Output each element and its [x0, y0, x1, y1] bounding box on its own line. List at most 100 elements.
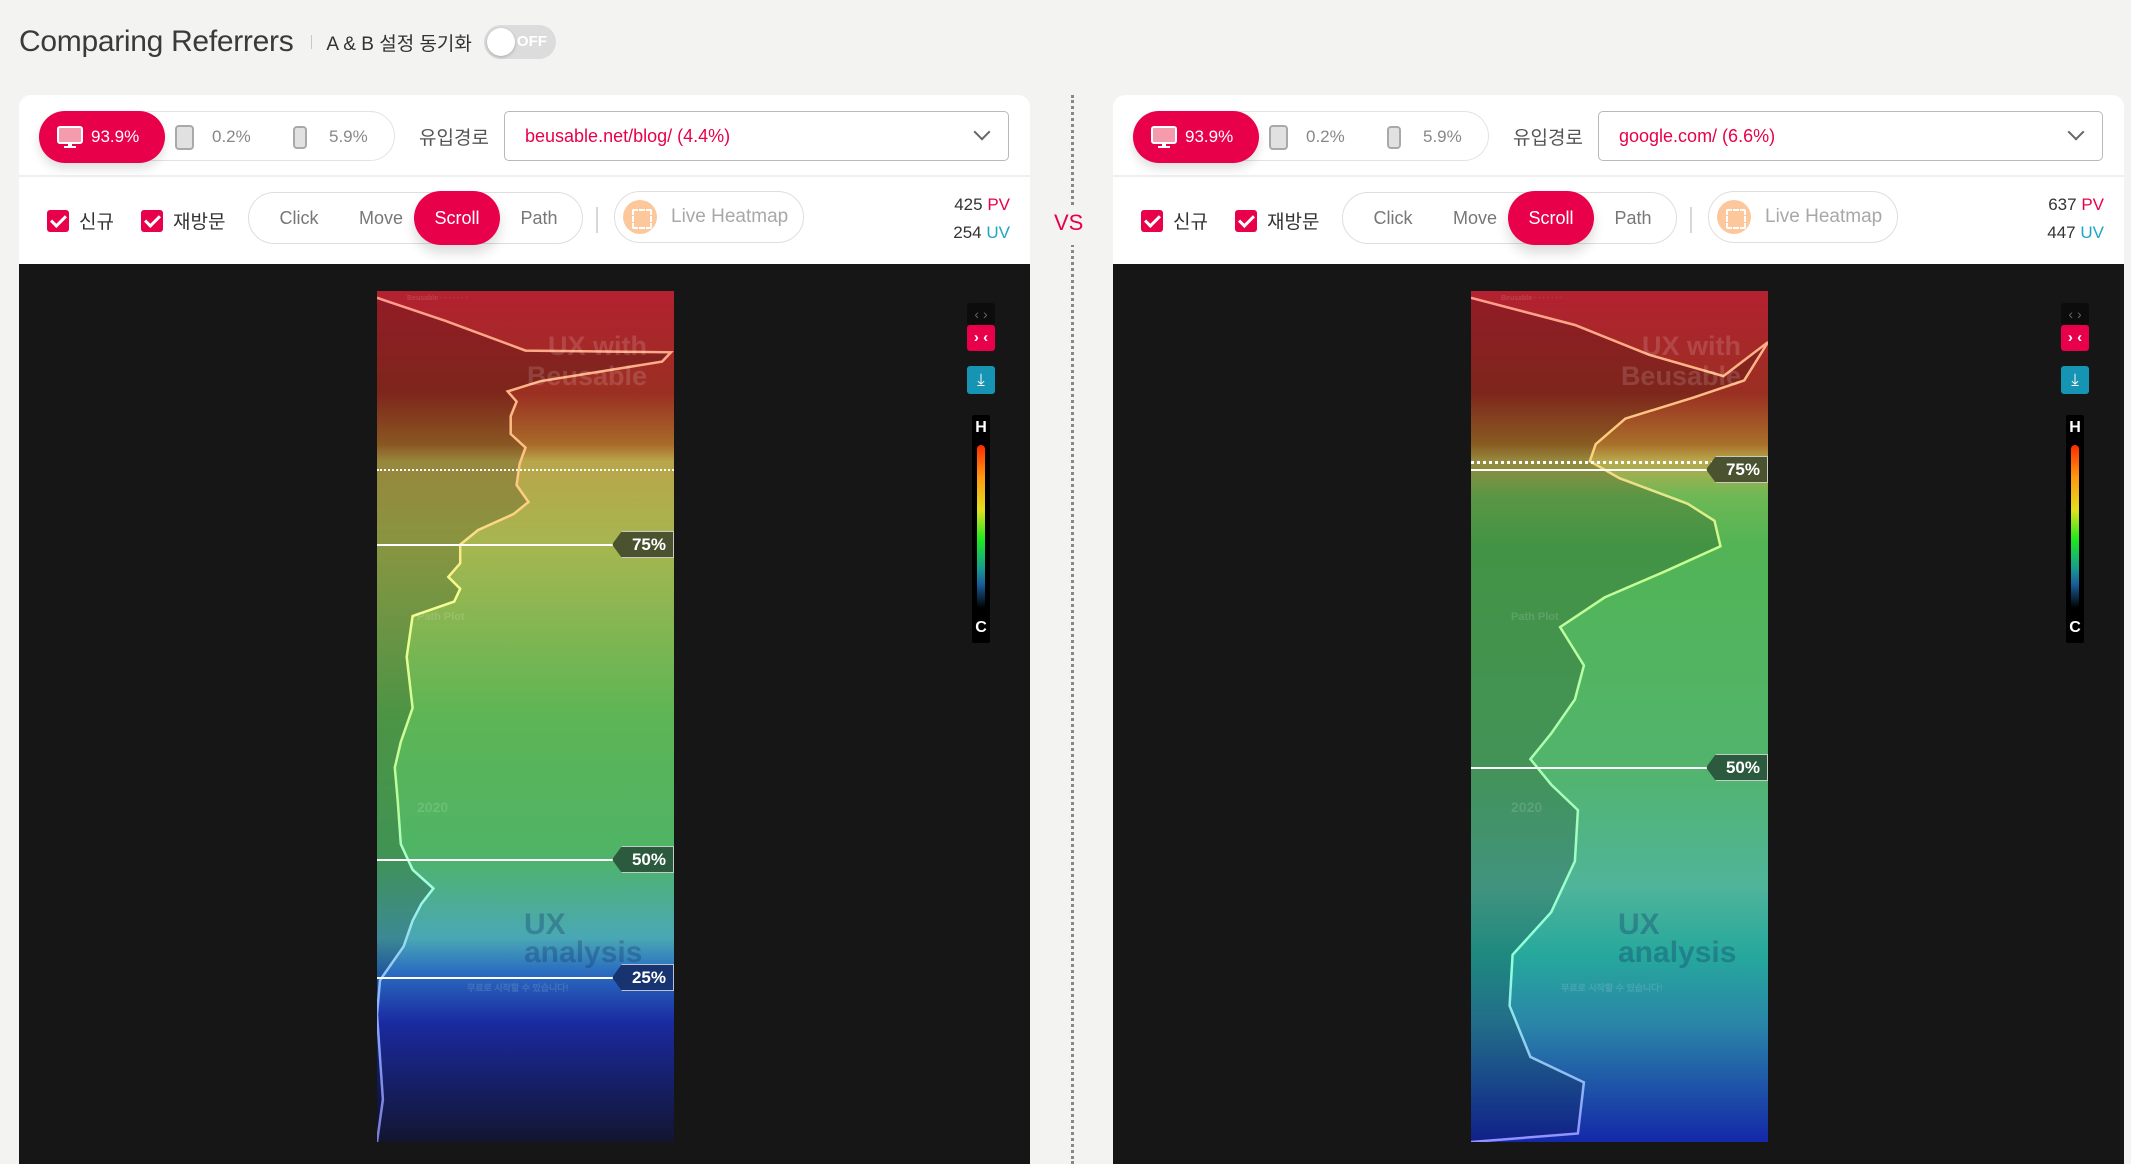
- heatmap-mode-tabs: Click Move Scroll Path: [1342, 191, 1677, 245]
- referrer-select[interactable]: beusable.net/blog/ (4.4%): [504, 111, 1009, 161]
- page-analysis-ghost: UX analysis: [524, 908, 643, 969]
- collapse-arrows-icon[interactable]: › ‹: [2061, 325, 2089, 351]
- device-tablet-button[interactable]: 0.2%: [175, 112, 251, 162]
- sync-toggle[interactable]: OFF: [483, 25, 556, 59]
- download-icon[interactable]: ⤓: [2061, 366, 2089, 394]
- tab-move[interactable]: Move: [1443, 193, 1507, 243]
- pv-stat: 425 PV: [953, 191, 1010, 219]
- uv-unit: UV: [2080, 223, 2104, 242]
- tab-move[interactable]: Move: [349, 193, 413, 243]
- page-nav-ghost: Beusable · · · · · · ·: [407, 295, 469, 302]
- pv-value: 425: [954, 195, 983, 214]
- new-visitor-label: 신규: [79, 212, 114, 233]
- tab-path[interactable]: Path: [507, 193, 571, 243]
- heatmap-canvas: [1471, 291, 1768, 1142]
- page-year-ghost: 2020: [1511, 799, 1543, 815]
- device-desktop-value: 93.9%: [1185, 127, 1234, 146]
- tab-click[interactable]: Click: [267, 193, 331, 243]
- uv-stat: 447 UV: [2047, 219, 2104, 247]
- chevron-down-icon: [2067, 123, 2085, 141]
- panel-b: 93.9% 0.2% 5.9% 유입경로 google.com/ (6.6%) …: [1113, 95, 2124, 1164]
- scroll-marker-75: 75%: [612, 531, 674, 558]
- uv-stat: 254 UV: [953, 219, 1010, 247]
- header-divider: [311, 35, 313, 49]
- device-desktop-value: 93.9%: [91, 127, 140, 146]
- checkbox-checked-icon: [47, 209, 69, 232]
- scroll-heatmap[interactable]: Beusable · · · · · · · UX with Beusable …: [377, 291, 674, 1142]
- tab-scroll[interactable]: Scroll: [1508, 191, 1594, 245]
- desktop-icon: [1151, 126, 1177, 148]
- desktop-icon: [57, 126, 83, 148]
- page-title: Comparing Referrers: [19, 25, 294, 58]
- referrer-value: beusable.net/blog/ (4.4%): [525, 125, 731, 146]
- scroll-heatmap[interactable]: Beusable · · · · · · · UX with Beusable …: [1471, 291, 1768, 1142]
- new-visitor-checkbox[interactable]: 신규: [47, 207, 114, 234]
- legend-hot-label: H: [975, 419, 987, 436]
- referrer-label: 유입경로: [1513, 128, 1583, 149]
- uv-value: 254: [953, 223, 982, 242]
- uv-unit: UV: [986, 223, 1010, 242]
- revisit-checkbox[interactable]: 재방문: [1235, 207, 1319, 234]
- heatmap-mode-tabs: Click Move Scroll Path: [248, 191, 583, 245]
- mobile-icon: [293, 125, 307, 149]
- panel-b-row2: 신규 재방문 Click Move Scroll Path Live Heatm…: [1113, 177, 2124, 264]
- scroll-marker-50: 50%: [1706, 754, 1768, 781]
- legend-hot-label: H: [2069, 419, 2081, 436]
- device-mobile-value: 5.9%: [1423, 127, 1462, 146]
- toolbar-divider: [1690, 207, 1692, 233]
- traffic-stats: 425 PV 254 UV: [953, 191, 1010, 247]
- toolbar-divider: [596, 207, 598, 233]
- device-tablet-value: 0.2%: [212, 127, 251, 146]
- panel-a-row1: 93.9% 0.2% 5.9% 유입경로 beusable.net/blog/ …: [19, 95, 1030, 177]
- tablet-icon: [175, 124, 194, 150]
- heat-legend: H C: [2066, 415, 2084, 643]
- vs-label: VS: [1054, 210, 1084, 235]
- checkbox-checked-icon: [141, 209, 163, 232]
- device-desktop-button[interactable]: 93.9%: [1133, 111, 1259, 163]
- device-mobile-button[interactable]: 5.9%: [293, 112, 368, 162]
- heatmap-controls: ‹ › › ‹ ⤓ H C: [967, 303, 995, 643]
- live-heatmap-button[interactable]: Live Heatmap: [614, 191, 804, 243]
- panel-b-row1: 93.9% 0.2% 5.9% 유입경로 google.com/ (6.6%): [1113, 95, 2124, 177]
- live-heatmap-label: Live Heatmap: [1765, 206, 1883, 227]
- live-heatmap-button[interactable]: Live Heatmap: [1708, 191, 1898, 243]
- tab-scroll[interactable]: Scroll: [414, 191, 500, 245]
- live-heatmap-label: Live Heatmap: [671, 206, 789, 227]
- page-header: Comparing Referrers A & B 설정 동기화 OFF: [19, 18, 556, 66]
- referrer-select[interactable]: google.com/ (6.6%): [1598, 111, 2103, 161]
- scroll-marker-50: 50%: [612, 846, 674, 873]
- pv-unit: PV: [2081, 195, 2104, 214]
- checkbox-checked-icon: [1235, 209, 1257, 232]
- heat-legend: H C: [972, 415, 990, 643]
- heatmap-viewport: Beusable · · · · · · · UX with Beusable …: [19, 264, 1030, 1164]
- download-icon[interactable]: ⤓: [967, 366, 995, 394]
- expand-icon: [1717, 200, 1751, 234]
- tab-click[interactable]: Click: [1361, 193, 1425, 243]
- pv-stat: 637 PV: [2047, 191, 2104, 219]
- scroll-marker-25: 25%: [612, 964, 674, 991]
- device-selector: 93.9% 0.2% 5.9%: [39, 111, 395, 163]
- device-mobile-button[interactable]: 5.9%: [1387, 112, 1462, 162]
- collapse-arrows-icon[interactable]: › ‹: [967, 325, 995, 351]
- new-visitor-label: 신규: [1173, 212, 1208, 233]
- page-year-ghost: 2020: [417, 799, 449, 815]
- tablet-icon: [1269, 124, 1288, 150]
- expand-arrows-icon[interactable]: ‹ ›: [2061, 303, 2089, 325]
- fold-line: [377, 469, 674, 471]
- device-mobile-value: 5.9%: [329, 127, 368, 146]
- page-section-ghost: Path Plot: [417, 611, 465, 623]
- panel-a: 93.9% 0.2% 5.9% 유입경로 beusable.net/blog/ …: [19, 95, 1030, 1164]
- chevron-down-icon: [973, 123, 991, 141]
- referrer-value: google.com/ (6.6%): [1619, 125, 1776, 146]
- device-tablet-button[interactable]: 0.2%: [1269, 112, 1345, 162]
- legend-cold-label: C: [2069, 619, 2081, 636]
- device-tablet-value: 0.2%: [1306, 127, 1345, 146]
- tab-path[interactable]: Path: [1601, 193, 1665, 243]
- expand-arrows-icon[interactable]: ‹ ›: [967, 303, 995, 325]
- page-analysis-ghost: UX analysis: [1618, 908, 1737, 969]
- revisit-checkbox[interactable]: 재방문: [141, 207, 225, 234]
- legend-color-bar: [2071, 445, 2079, 608]
- new-visitor-checkbox[interactable]: 신규: [1141, 207, 1208, 234]
- comparing-referrers-page: Comparing Referrers A & B 설정 동기화 OFF 93.…: [0, 0, 2131, 1164]
- device-desktop-button[interactable]: 93.9%: [39, 111, 165, 163]
